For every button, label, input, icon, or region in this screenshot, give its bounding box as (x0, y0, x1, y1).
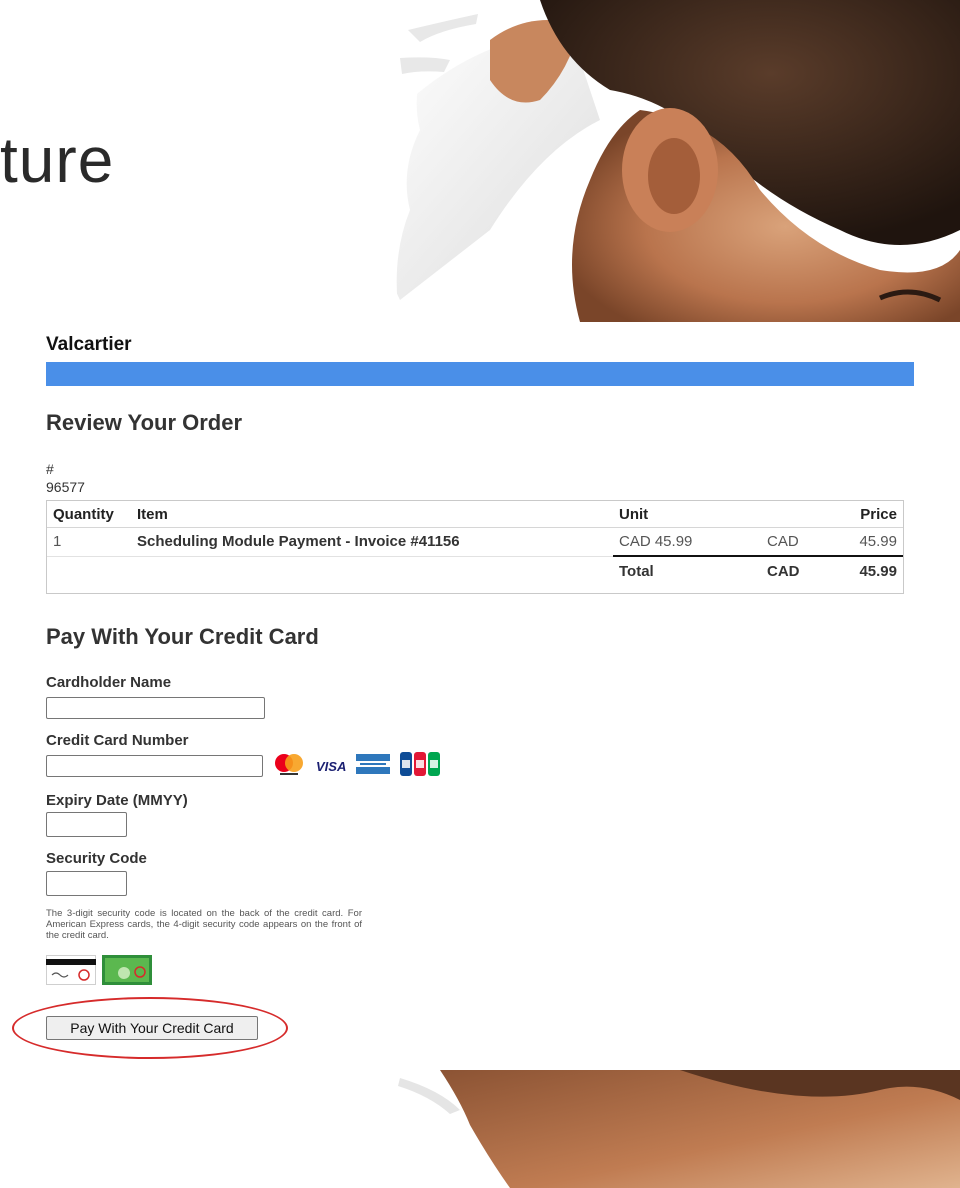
order-table: Quantity Item Unit Price 1 Scheduling Mo… (46, 500, 904, 594)
page-headline: ture (0, 124, 115, 196)
column-item: Item (131, 501, 613, 528)
review-order-heading: Review Your Order (46, 410, 243, 435)
column-unit: Unit (613, 501, 761, 528)
jcb-icon (400, 751, 441, 781)
security-code-illustrations (46, 955, 152, 990)
row-currency: CAD (761, 527, 829, 557)
row-price: 45.99 (829, 527, 903, 557)
header-photo (340, 0, 960, 322)
amex-icon (356, 753, 391, 779)
site-name: Valcartier (46, 334, 132, 355)
security-code-help-text: The 3-digit security code is located on … (46, 908, 362, 941)
card-number-label: Credit Card Number (46, 732, 189, 749)
total-label: Total (613, 555, 761, 585)
row-item: Scheduling Module Payment - Invoice #411… (131, 527, 613, 557)
card-back-cvv-icon (46, 955, 96, 990)
column-quantity: Quantity (47, 501, 131, 528)
security-code-input[interactable] (46, 871, 127, 896)
order-number-label: # (46, 461, 54, 477)
order-table-header: Quantity Item Unit Price (47, 501, 903, 528)
order-number: 96577 (46, 479, 85, 495)
visa-icon: VISA (316, 759, 346, 774)
table-row: 1 Scheduling Module Payment - Invoice #4… (47, 527, 903, 557)
mastercard-icon (272, 752, 306, 781)
visa-wordmark: VISA (316, 758, 347, 774)
column-currency (761, 501, 829, 528)
column-price: Price (829, 501, 903, 528)
cardholder-name-label: Cardholder Name (46, 674, 172, 691)
row-quantity: 1 (47, 527, 131, 557)
security-code-label: Security Code (46, 850, 147, 867)
pay-with-credit-card-button[interactable]: Pay With Your Credit Card (46, 1016, 258, 1040)
total-row: Total CAD 45.99 (47, 555, 903, 585)
child-photo-illustration (340, 0, 960, 322)
total-currency: CAD (761, 555, 829, 585)
expiry-date-input[interactable] (46, 812, 127, 837)
row-unit: CAD 45.99 (613, 527, 761, 557)
accepted-cards: VISA (272, 751, 441, 781)
total-amount: 45.99 (829, 555, 903, 585)
footer-photo (380, 1070, 960, 1188)
face-photo-illustration (380, 1070, 960, 1188)
cardholder-name-input[interactable] (46, 697, 265, 719)
accent-bar (46, 362, 914, 386)
expiry-date-label: Expiry Date (MMYY) (46, 792, 188, 809)
card-number-input[interactable] (46, 755, 263, 777)
card-front-cvv-icon (102, 955, 152, 990)
pay-credit-card-heading: Pay With Your Credit Card (46, 624, 319, 649)
